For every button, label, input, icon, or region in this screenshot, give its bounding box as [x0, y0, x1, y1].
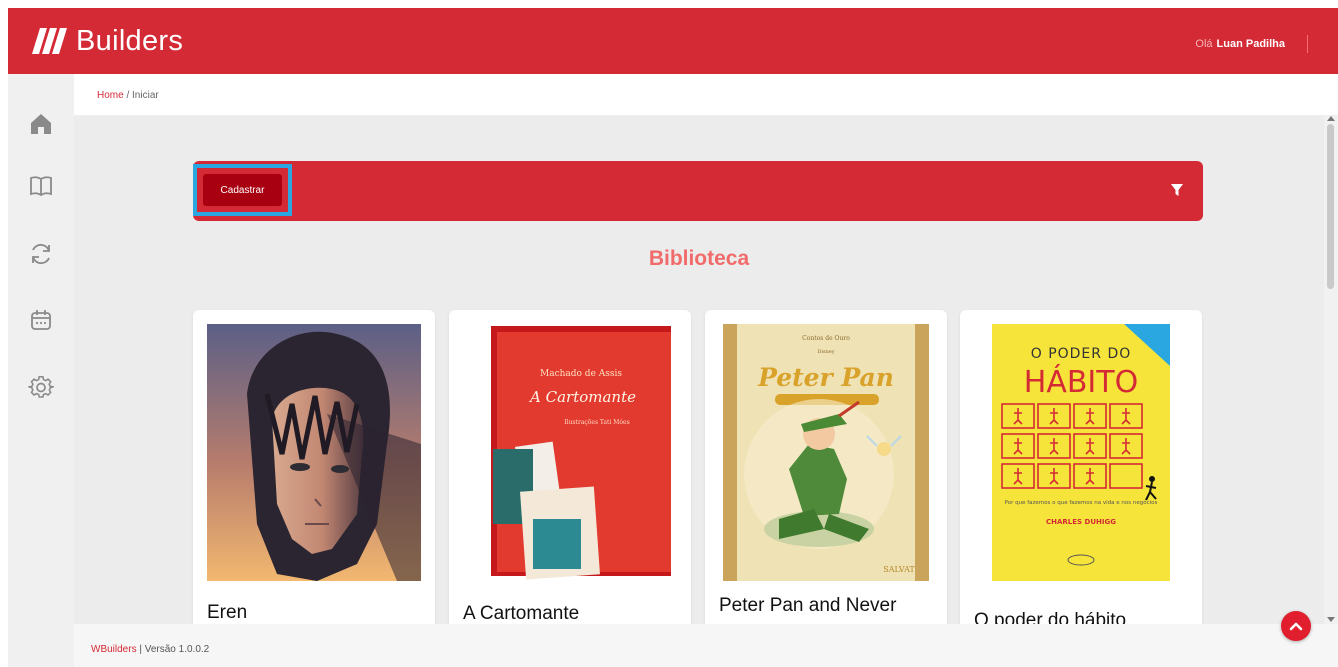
footer-version: | Versão 1.0.0.2 — [136, 644, 210, 655]
book-card[interactable]: Machado de Assis A Cartomante Ilustraçõe… — [449, 310, 691, 624]
register-button-highlight: Cadastrar — [193, 164, 292, 216]
action-bar: Cadastrar — [193, 161, 1203, 221]
greeting-prefix: Olá — [1195, 38, 1213, 50]
book-card[interactable]: Contos de Ouro Disney Peter Pan SALVAT P… — [705, 310, 947, 624]
cover-series: Contos de Ouro — [802, 335, 850, 342]
breadcrumb-bar: Home / Iniciar — [74, 74, 1338, 116]
divider — [1307, 35, 1308, 53]
cover-title-line2: HÁBITO — [1024, 364, 1138, 400]
home-icon[interactable] — [28, 111, 54, 137]
filter-icon[interactable] — [1170, 183, 1184, 197]
book-title: Eren — [207, 602, 248, 623]
library-title: Biblioteca — [648, 247, 750, 270]
cover-author: CHARLES DUHIGG — [1046, 518, 1116, 526]
cover-title: Peter Pan — [757, 363, 894, 392]
cover-publisher: SALVAT — [883, 565, 915, 574]
book-cover-image[interactable]: O PODER DO HÁBITO Por que fazemos o que … — [974, 324, 1188, 581]
cover-title-line1: O PODER DO — [1031, 346, 1132, 362]
sidebar — [8, 74, 74, 667]
book-cover-image[interactable]: Contos de Ouro Disney Peter Pan SALVAT — [719, 324, 933, 581]
top-bar: Builders Olá Luan Padilha — [8, 8, 1338, 74]
chevron-up-icon — [1289, 622, 1303, 631]
scrollbar[interactable] — [1324, 116, 1338, 624]
calendar-icon[interactable] — [28, 307, 54, 333]
brand-text: Builders — [76, 24, 184, 57]
book-title: Peter Pan and Never — [719, 595, 897, 616]
breadcrumb-home-link[interactable]: Home — [97, 90, 124, 101]
book-title: O poder do hábito — [974, 610, 1127, 624]
breadcrumb-separator: / — [123, 90, 133, 101]
breadcrumb: Home / Iniciar — [97, 90, 159, 101]
user-greeting[interactable]: Olá Luan Padilha — [1195, 35, 1308, 53]
book-card[interactable]: O PODER DO HÁBITO Por que fazemos o que … — [960, 310, 1202, 624]
cover-title: A Cartomante — [528, 388, 636, 406]
user-name[interactable]: Luan Padilha — [1217, 38, 1285, 50]
book-title: A Cartomante — [463, 603, 580, 624]
book-icon[interactable] — [28, 173, 54, 199]
book-cover-image[interactable] — [207, 324, 421, 581]
book-card[interactable]: Eren — [193, 310, 435, 624]
book-cover-image[interactable]: Machado de Assis A Cartomante Ilustraçõe… — [463, 324, 677, 581]
refresh-icon[interactable] — [28, 241, 54, 267]
cover-credit: Ilustrações Tati Móes — [564, 419, 629, 426]
scroll-thumb[interactable] — [1327, 124, 1334, 289]
register-button[interactable]: Cadastrar — [203, 174, 282, 206]
footer-brand: WBuilders — [91, 644, 137, 655]
footer: WBuilders | Versão 1.0.0.2 — [74, 624, 1338, 667]
cover-subtitle: Por que fazemos o que fazemos na vida e … — [1005, 499, 1158, 506]
cover-brand: Disney — [817, 349, 834, 355]
cover-author: Machado de Assis — [540, 369, 622, 379]
breadcrumb-current: Iniciar — [132, 90, 159, 101]
main-content: Cadastrar Biblioteca Eren Machado de Ass… — [74, 116, 1324, 624]
scroll-down-arrow-icon[interactable] — [1327, 617, 1335, 622]
logo[interactable]: Builders — [28, 20, 183, 62]
back-to-top-button[interactable] — [1281, 611, 1311, 641]
scroll-up-arrow-icon[interactable] — [1327, 116, 1335, 121]
w-logo-icon — [32, 28, 67, 54]
gear-icon[interactable] — [28, 374, 54, 400]
footer-text: WBuilders | Versão 1.0.0.2 — [91, 644, 209, 655]
